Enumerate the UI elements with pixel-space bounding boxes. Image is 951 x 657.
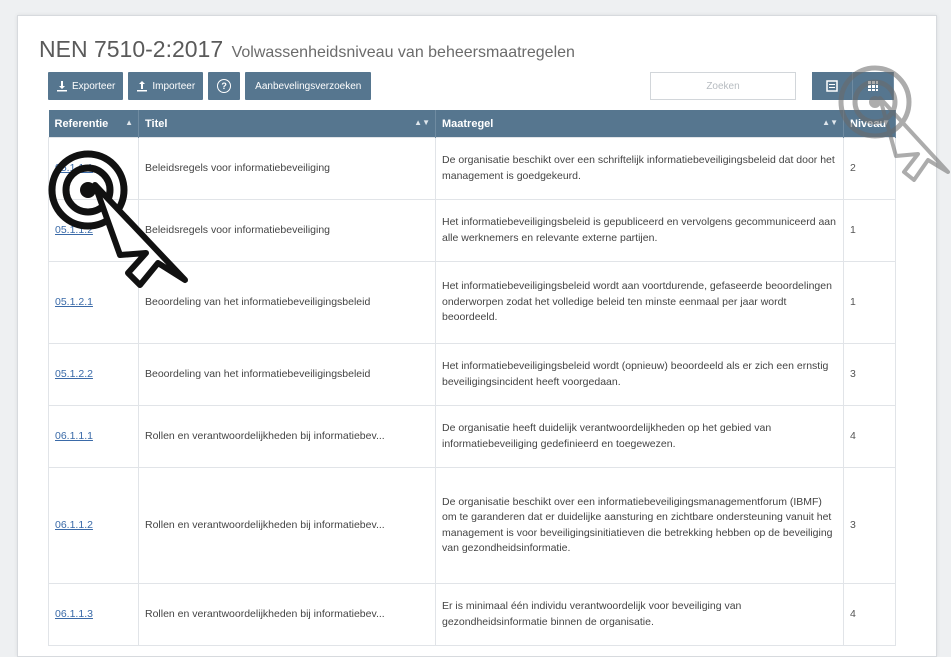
title-cell: Beoordeling van het informatiebeveiligin… [138, 343, 436, 406]
measure-cell: De organisatie beschikt over een schrift… [435, 137, 844, 200]
help-icon: ? [217, 79, 232, 93]
reference-link[interactable]: 06.1.1.3 [55, 608, 93, 620]
reference-cell: 06.1.1.1 [48, 405, 139, 468]
title-cell: Rollen en verantwoordelijkheden bij info… [138, 583, 436, 646]
recommendations-button-label: Aanbevelingsverzoeken [255, 80, 362, 92]
level-cell: 1 [843, 261, 896, 344]
table-row: 05.1.2.2 Beoordeling van het informatieb… [48, 343, 896, 406]
import-button-label: Importeer [152, 80, 196, 92]
level-cell: 4 [843, 405, 896, 468]
tap-cursor-icon [48, 150, 188, 288]
download-icon [57, 81, 67, 92]
reference-link[interactable]: 06.1.1.1 [55, 430, 93, 442]
upload-icon [137, 81, 148, 92]
recommendations-button[interactable]: Aanbevelingsverzoeken [245, 72, 372, 100]
import-button[interactable]: Importeer [128, 72, 204, 100]
reference-link[interactable]: 05.1.2.1 [55, 296, 93, 308]
measure-cell: De organisatie heeft duidelijk verantwoo… [435, 405, 844, 468]
level-cell: 4 [843, 583, 896, 646]
reference-cell: 06.1.1.2 [48, 467, 139, 584]
table-header-row: Referentie ▲ Titel ▲▼ Maatregel ▲▼ Niveau ▲▼ [48, 110, 896, 138]
table-row: 06.1.1.2 Rollen en verantwoordelijkheden… [48, 467, 896, 584]
search-input[interactable] [650, 72, 796, 100]
column-header-label: Titel [145, 117, 168, 130]
level-cell: 3 [843, 343, 896, 406]
column-header-reference[interactable]: Referentie ▲ [48, 110, 139, 138]
column-header-title[interactable]: Titel ▲▼ [138, 110, 436, 138]
column-header-measure[interactable]: Maatregel ▲▼ [435, 110, 844, 138]
measure-cell: Het informatiebeveiligingsbeleid is gepu… [435, 199, 844, 262]
table-row: 06.1.1.3 Rollen en verantwoordelijkheden… [48, 583, 896, 646]
column-header-label: Maatregel [442, 117, 494, 130]
sort-icon: ▲▼ [414, 118, 430, 127]
sort-icon: ▲ [125, 118, 133, 127]
page-subtitle: Volwassenheidsniveau van beheersmaatrege… [231, 44, 575, 61]
table-row: 06.1.1.1 Rollen en verantwoordelijkheden… [48, 405, 896, 468]
reference-cell: 05.1.2.2 [48, 343, 139, 406]
page-title: NEN 7510-2:2017 Volwassenheidsniveau van… [39, 36, 575, 63]
export-button[interactable]: Exporteer [48, 72, 124, 100]
reference-link[interactable]: 06.1.1.2 [55, 519, 93, 531]
level-cell: 3 [843, 467, 896, 584]
title-cell: Rollen en verantwoordelijkheden bij info… [138, 405, 436, 468]
reference-link[interactable]: 05.1.2.2 [55, 368, 93, 380]
column-header-label: Referentie [54, 117, 109, 130]
title-cell: Rollen en verantwoordelijkheden bij info… [138, 467, 436, 584]
level-cell: 1 [843, 199, 896, 262]
measure-cell: Het informatiebeveiligingsbeleid wordt (… [435, 343, 844, 406]
toolbar: Exporteer Importeer ? Aanbevelingsverzoe… [48, 72, 372, 100]
page-title-main: NEN 7510-2:2017 [39, 36, 224, 62]
measure-cell: De organisatie beschikt over een informa… [435, 467, 844, 584]
measure-cell: Het informatiebeveiligingsbeleid wordt a… [435, 261, 844, 344]
reference-cell: 06.1.1.3 [48, 583, 139, 646]
tap-cursor-faded-icon [838, 65, 950, 182]
measure-cell: Er is minimaal één individu verantwoorde… [435, 583, 844, 646]
export-button-label: Exporteer [72, 80, 116, 92]
help-button[interactable]: ? [208, 72, 241, 100]
